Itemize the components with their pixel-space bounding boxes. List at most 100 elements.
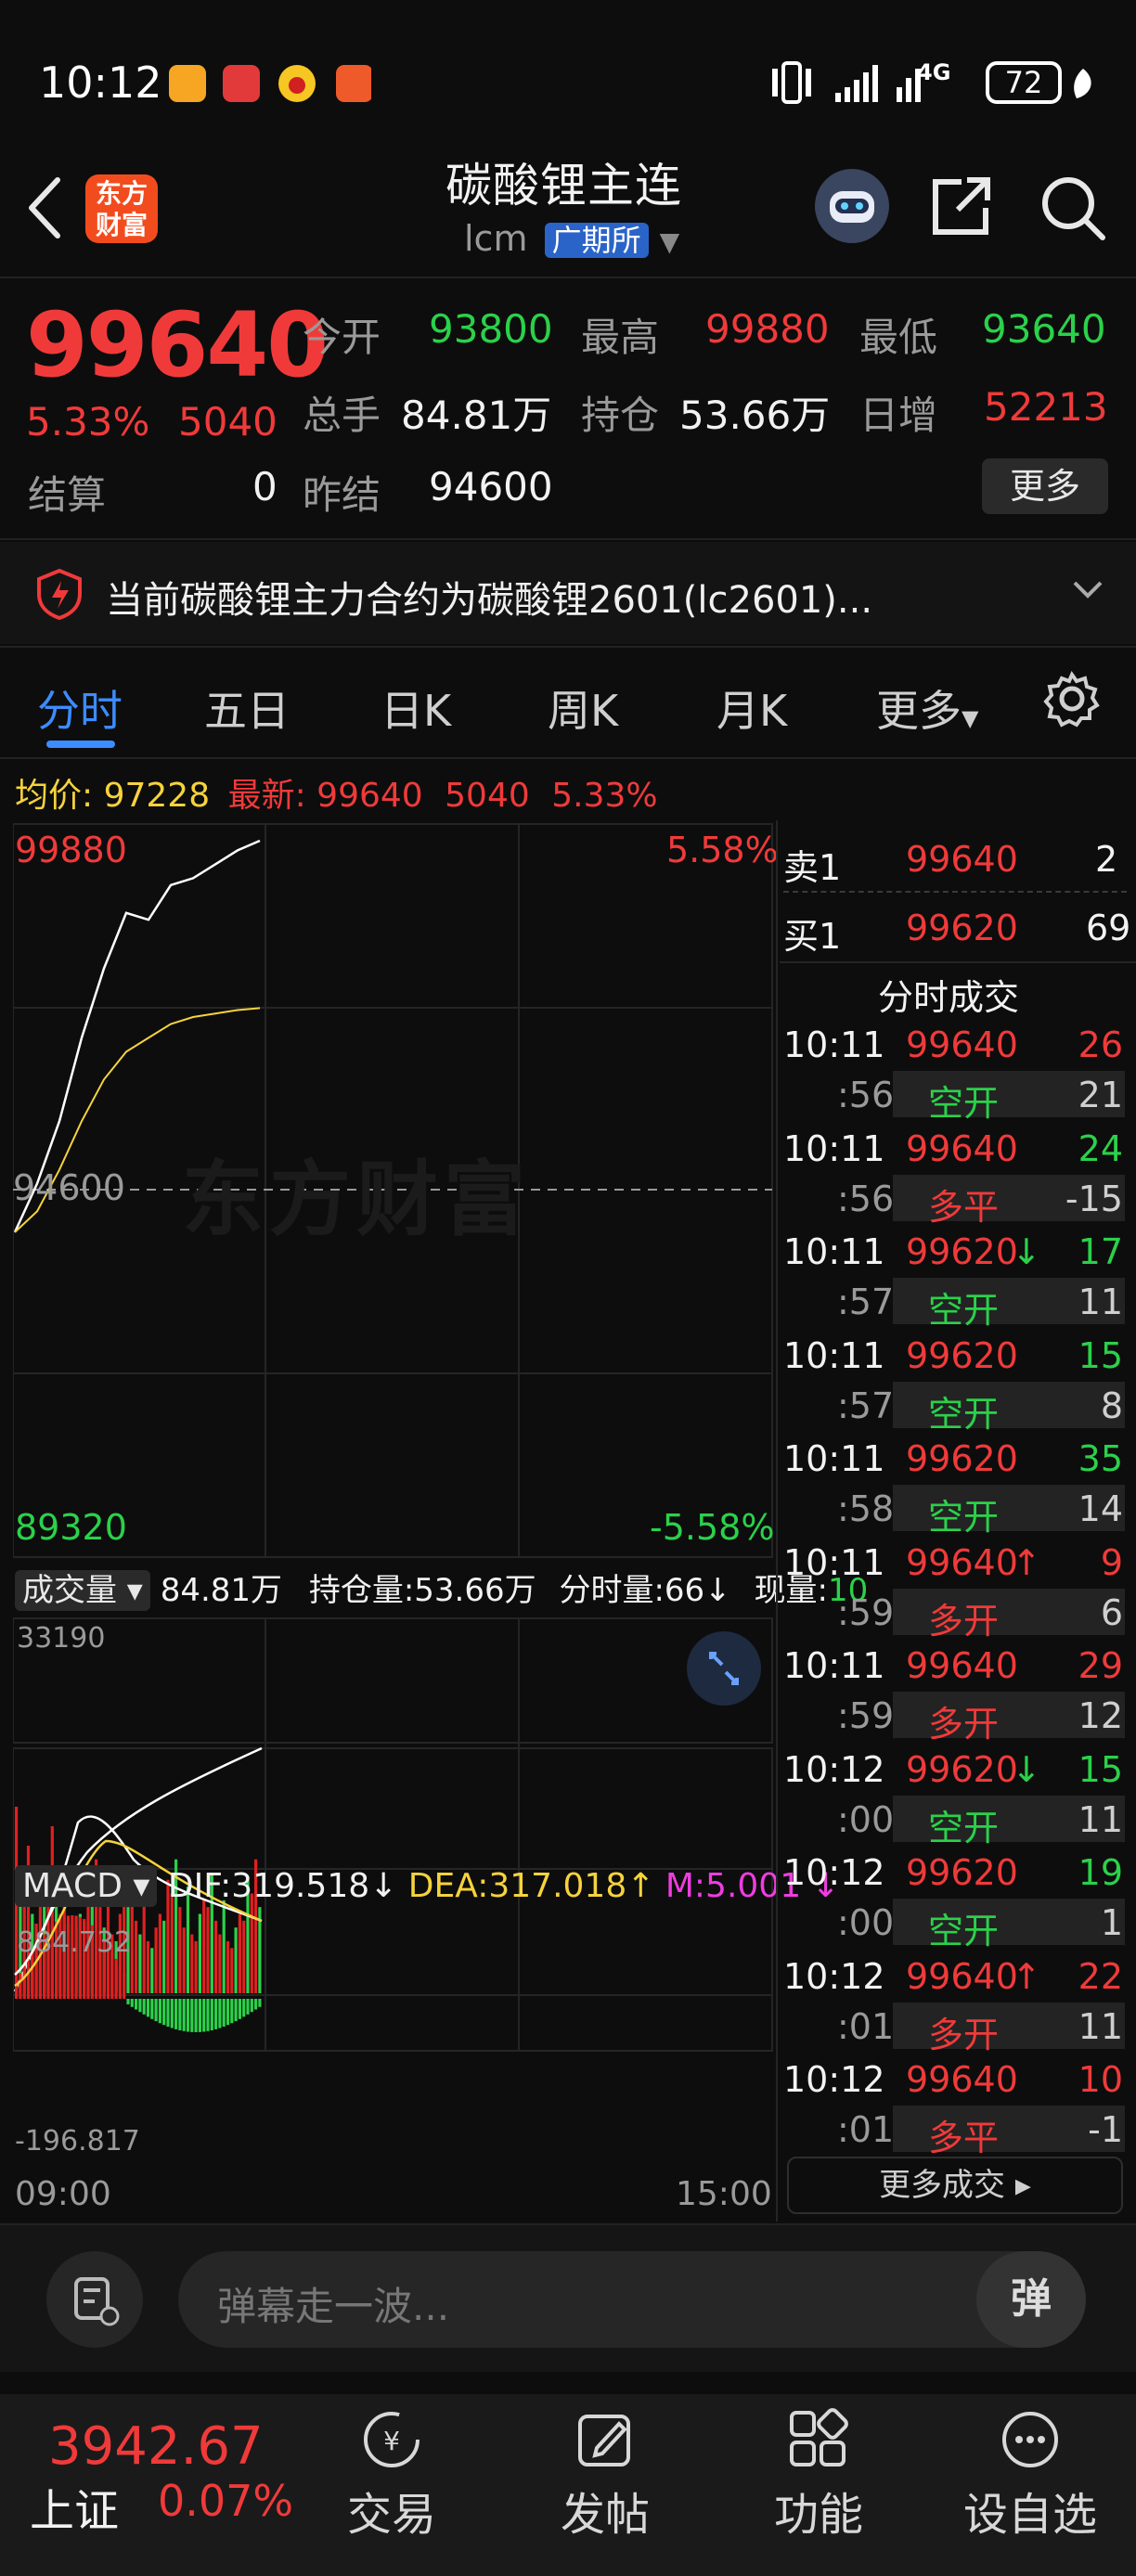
page-title: 碳酸锂主连 bbox=[445, 159, 682, 213]
tick-time: 10:12 bbox=[783, 1852, 885, 1893]
notice-text: 当前碳酸锂主力合约为碳酸锂2601(lc2601)... bbox=[106, 579, 873, 622]
back-button[interactable] bbox=[22, 173, 69, 243]
info-line: 均价: 97228 最新: 99640 5040 5.33% bbox=[15, 768, 658, 817]
oi-label: 持仓 bbox=[581, 393, 660, 438]
tick-qty: 21 bbox=[1078, 1075, 1123, 1115]
tick-second: :58 bbox=[837, 1488, 895, 1529]
volume-bar bbox=[135, 1920, 138, 1993]
danmaku-input[interactable]: 弹幕走一波... 弹 bbox=[178, 2251, 1086, 2348]
oi-value: 53.66万 bbox=[679, 393, 831, 438]
tick-qty: 11 bbox=[1078, 1798, 1123, 1840]
macd-bar bbox=[126, 1999, 130, 2004]
tab-monthly-k[interactable]: 月K bbox=[716, 677, 787, 739]
tick-qty: 8 bbox=[1100, 1385, 1123, 1426]
macd-bar bbox=[123, 1973, 126, 1999]
tick-time: 10:11 bbox=[783, 1024, 885, 1065]
macd-label: MACD bbox=[22, 1867, 123, 1905]
macd-bar bbox=[258, 1999, 262, 2007]
settings-gear-icon[interactable] bbox=[1043, 670, 1101, 731]
volume-bar bbox=[162, 1920, 166, 1993]
nav-post[interactable]: 发帖 bbox=[522, 2407, 689, 2543]
volume-bar bbox=[142, 1900, 146, 1993]
volume-bar bbox=[198, 1913, 201, 1993]
open-label: 今开 bbox=[303, 315, 381, 360]
comment-list-button[interactable] bbox=[46, 2251, 143, 2348]
volume-bar bbox=[242, 1920, 246, 1993]
volume-total: 84.81万 bbox=[160, 1572, 283, 1609]
nav-watchlist-label: 设自选 bbox=[962, 2489, 1097, 2541]
open-value: 93800 bbox=[429, 306, 553, 352]
macd-bar bbox=[22, 1965, 26, 1999]
nav-functions[interactable]: 功能 bbox=[735, 2407, 902, 2543]
battery-icon: 72 bbox=[986, 61, 1062, 104]
chevron-down-icon bbox=[1073, 581, 1103, 599]
prev-settle-value: 94600 bbox=[429, 464, 553, 509]
app-logo: 东方财富 bbox=[85, 174, 158, 243]
macd-bar bbox=[170, 1999, 174, 2029]
danmaku-toggle[interactable]: 弹 bbox=[976, 2251, 1086, 2348]
macd-bar bbox=[135, 1999, 138, 2010]
tab-five-day[interactable]: 五日 bbox=[204, 677, 290, 739]
notice-bar[interactable]: 当前碳酸锂主力合约为碳酸锂2601(lc2601)... bbox=[0, 542, 1136, 644]
volume-bar bbox=[238, 1913, 241, 1993]
tick-second: :01 bbox=[837, 2005, 895, 2047]
macd-bar bbox=[234, 1999, 238, 2022]
tick-qty: -15 bbox=[1065, 1178, 1123, 1219]
index-pct: 0.07% bbox=[158, 2476, 294, 2526]
tab-weekly-k[interactable]: 周K bbox=[548, 677, 618, 739]
more-quote-button[interactable]: 更多 bbox=[982, 458, 1108, 514]
volume-bar bbox=[158, 1913, 161, 1993]
robot-assistant-icon[interactable] bbox=[813, 167, 891, 249]
tab-daily-k[interactable]: 日K bbox=[381, 677, 451, 739]
share-icon[interactable] bbox=[928, 174, 997, 243]
tick-time: 10:11 bbox=[783, 1438, 885, 1479]
volume-bar bbox=[206, 1907, 210, 1993]
tick-type: 多平 bbox=[928, 2118, 1000, 2158]
tab-intraday[interactable]: 分时 bbox=[37, 677, 123, 739]
volume-bar bbox=[230, 1948, 234, 1993]
tick-time: 10:11 bbox=[783, 1645, 885, 1686]
ticks-title: 分时成交 bbox=[878, 977, 1020, 1018]
volume-bar bbox=[190, 1934, 194, 1993]
nav-add-watchlist[interactable]: 设自选 bbox=[947, 2407, 1114, 2543]
ask-label: 卖1 bbox=[783, 847, 842, 888]
tick-volume: 10 bbox=[1078, 2059, 1123, 2100]
tick-volume: 24 bbox=[1078, 1127, 1123, 1169]
macd-bar bbox=[190, 1999, 194, 2032]
notification-icons bbox=[169, 65, 373, 102]
macd-bar bbox=[250, 1999, 253, 2013]
latest-pct: 5.33% bbox=[551, 777, 658, 815]
index-name: 上证 bbox=[30, 2485, 120, 2537]
macd-header: MACD ▾ DIF:319.518↓ DEA:317.018↑ M:5.001… bbox=[15, 1865, 840, 1907]
y-mid-label: 94600 bbox=[13, 1167, 125, 1208]
macd-bar bbox=[206, 1999, 210, 2031]
bid-price: 99620 bbox=[906, 908, 1018, 948]
tick-volume: 19 bbox=[1078, 1852, 1123, 1893]
expand-chart-button[interactable] bbox=[687, 1631, 761, 1706]
volume-label: 成交量 bbox=[22, 1572, 117, 1609]
macd-bar bbox=[114, 1958, 118, 1999]
tick-price: 99620 bbox=[906, 1438, 1018, 1479]
settle-label: 结算 bbox=[28, 472, 107, 518]
volume-bar bbox=[218, 1934, 222, 1993]
macd-max-label: 884.732 bbox=[17, 1926, 133, 1959]
volume-selector[interactable]: 成交量 ▾ bbox=[15, 1570, 150, 1611]
macd-bar bbox=[154, 1999, 158, 2022]
tick-price: 99640 bbox=[906, 2059, 1018, 2100]
macd-selector[interactable]: MACD ▾ bbox=[15, 1865, 158, 1907]
volume-bar bbox=[178, 1907, 182, 1993]
nav-trade[interactable]: ¥ 交易 bbox=[308, 2407, 475, 2543]
edit-icon bbox=[578, 2415, 630, 2467]
contract-selector[interactable]: lcm 广期所 ▼ bbox=[464, 217, 679, 260]
index-ticker[interactable]: 3942.67 上证 0.07% bbox=[30, 2416, 317, 2556]
grid-icon bbox=[790, 2408, 848, 2467]
more-dots-icon bbox=[1002, 2412, 1058, 2467]
more-trades-button[interactable]: 更多成交 ▸ bbox=[787, 2157, 1123, 2214]
tick-qty: -1 bbox=[1088, 2109, 1123, 2150]
tab-more[interactable]: 更多▼ bbox=[876, 677, 978, 739]
logo-text: 东方财富 bbox=[95, 178, 148, 240]
low-value: 93640 bbox=[982, 306, 1106, 352]
tick-time: 10:11 bbox=[783, 1127, 885, 1169]
volume-bar bbox=[222, 1900, 226, 1993]
search-icon[interactable] bbox=[1038, 173, 1108, 247]
